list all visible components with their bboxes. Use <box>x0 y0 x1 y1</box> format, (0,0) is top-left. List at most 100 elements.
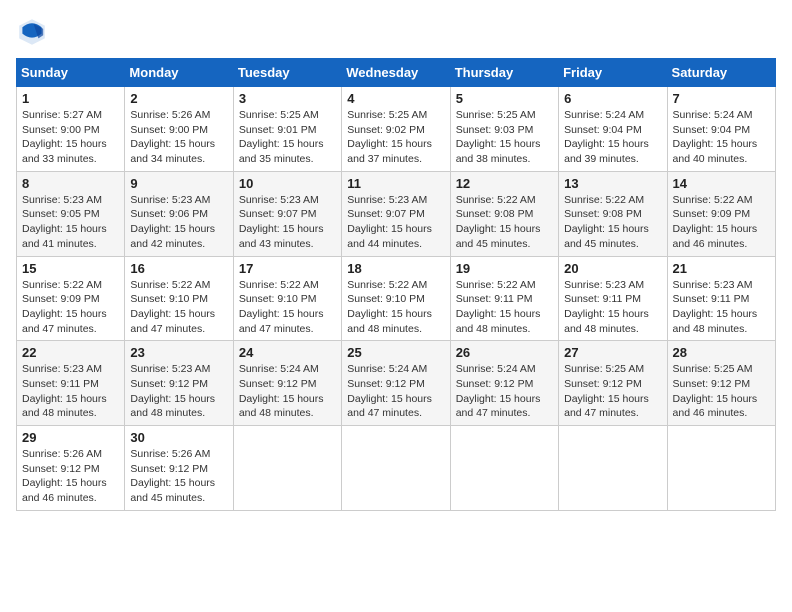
calendar-cell: 30 Sunrise: 5:26 AM Sunset: 9:12 PM Dayl… <box>125 426 233 511</box>
day-info: Sunrise: 5:23 AM Sunset: 9:07 PM Dayligh… <box>347 193 444 252</box>
calendar-week-row: 22 Sunrise: 5:23 AM Sunset: 9:11 PM Dayl… <box>17 341 776 426</box>
calendar-cell: 20 Sunrise: 5:23 AM Sunset: 9:11 PM Dayl… <box>559 256 667 341</box>
calendar-cell: 2 Sunrise: 5:26 AM Sunset: 9:00 PM Dayli… <box>125 87 233 172</box>
day-info: Sunrise: 5:24 AM Sunset: 9:12 PM Dayligh… <box>239 362 336 421</box>
day-number: 23 <box>130 345 227 360</box>
day-number: 3 <box>239 91 336 106</box>
day-info: Sunrise: 5:25 AM Sunset: 9:03 PM Dayligh… <box>456 108 553 167</box>
day-number: 19 <box>456 261 553 276</box>
calendar-cell: 26 Sunrise: 5:24 AM Sunset: 9:12 PM Dayl… <box>450 341 558 426</box>
day-number: 7 <box>673 91 770 106</box>
calendar-cell: 7 Sunrise: 5:24 AM Sunset: 9:04 PM Dayli… <box>667 87 775 172</box>
calendar-week-row: 15 Sunrise: 5:22 AM Sunset: 9:09 PM Dayl… <box>17 256 776 341</box>
day-info: Sunrise: 5:22 AM Sunset: 9:08 PM Dayligh… <box>564 193 661 252</box>
calendar-cell: 9 Sunrise: 5:23 AM Sunset: 9:06 PM Dayli… <box>125 171 233 256</box>
day-number: 2 <box>130 91 227 106</box>
day-number: 24 <box>239 345 336 360</box>
logo-icon <box>16 16 48 48</box>
calendar-cell: 5 Sunrise: 5:25 AM Sunset: 9:03 PM Dayli… <box>450 87 558 172</box>
day-info: Sunrise: 5:23 AM Sunset: 9:11 PM Dayligh… <box>22 362 119 421</box>
calendar-cell: 17 Sunrise: 5:22 AM Sunset: 9:10 PM Dayl… <box>233 256 341 341</box>
calendar-cell: 18 Sunrise: 5:22 AM Sunset: 9:10 PM Dayl… <box>342 256 450 341</box>
day-number: 5 <box>456 91 553 106</box>
day-info: Sunrise: 5:24 AM Sunset: 9:12 PM Dayligh… <box>347 362 444 421</box>
logo <box>16 16 52 48</box>
calendar-cell: 24 Sunrise: 5:24 AM Sunset: 9:12 PM Dayl… <box>233 341 341 426</box>
day-number: 20 <box>564 261 661 276</box>
calendar-cell <box>667 426 775 511</box>
weekday-header-friday: Friday <box>559 59 667 87</box>
day-info: Sunrise: 5:23 AM Sunset: 9:12 PM Dayligh… <box>130 362 227 421</box>
day-info: Sunrise: 5:22 AM Sunset: 9:09 PM Dayligh… <box>22 278 119 337</box>
day-number: 21 <box>673 261 770 276</box>
day-info: Sunrise: 5:25 AM Sunset: 9:01 PM Dayligh… <box>239 108 336 167</box>
day-number: 6 <box>564 91 661 106</box>
day-info: Sunrise: 5:24 AM Sunset: 9:04 PM Dayligh… <box>564 108 661 167</box>
calendar-cell <box>342 426 450 511</box>
day-info: Sunrise: 5:22 AM Sunset: 9:09 PM Dayligh… <box>673 193 770 252</box>
calendar-cell <box>233 426 341 511</box>
day-number: 22 <box>22 345 119 360</box>
calendar-cell: 13 Sunrise: 5:22 AM Sunset: 9:08 PM Dayl… <box>559 171 667 256</box>
weekday-header-saturday: Saturday <box>667 59 775 87</box>
weekday-header-tuesday: Tuesday <box>233 59 341 87</box>
day-info: Sunrise: 5:23 AM Sunset: 9:06 PM Dayligh… <box>130 193 227 252</box>
day-number: 9 <box>130 176 227 191</box>
calendar-week-row: 1 Sunrise: 5:27 AM Sunset: 9:00 PM Dayli… <box>17 87 776 172</box>
day-number: 1 <box>22 91 119 106</box>
calendar-week-row: 8 Sunrise: 5:23 AM Sunset: 9:05 PM Dayli… <box>17 171 776 256</box>
day-info: Sunrise: 5:22 AM Sunset: 9:10 PM Dayligh… <box>130 278 227 337</box>
day-info: Sunrise: 5:23 AM Sunset: 9:11 PM Dayligh… <box>673 278 770 337</box>
day-number: 11 <box>347 176 444 191</box>
weekday-header-thursday: Thursday <box>450 59 558 87</box>
calendar-table: SundayMondayTuesdayWednesdayThursdayFrid… <box>16 58 776 511</box>
day-info: Sunrise: 5:25 AM Sunset: 9:02 PM Dayligh… <box>347 108 444 167</box>
day-number: 27 <box>564 345 661 360</box>
day-info: Sunrise: 5:23 AM Sunset: 9:11 PM Dayligh… <box>564 278 661 337</box>
day-number: 18 <box>347 261 444 276</box>
day-number: 12 <box>456 176 553 191</box>
day-number: 30 <box>130 430 227 445</box>
day-info: Sunrise: 5:24 AM Sunset: 9:12 PM Dayligh… <box>456 362 553 421</box>
day-number: 8 <box>22 176 119 191</box>
day-number: 4 <box>347 91 444 106</box>
day-number: 28 <box>673 345 770 360</box>
calendar-cell: 21 Sunrise: 5:23 AM Sunset: 9:11 PM Dayl… <box>667 256 775 341</box>
day-info: Sunrise: 5:22 AM Sunset: 9:08 PM Dayligh… <box>456 193 553 252</box>
calendar-cell: 10 Sunrise: 5:23 AM Sunset: 9:07 PM Dayl… <box>233 171 341 256</box>
day-number: 15 <box>22 261 119 276</box>
calendar-cell: 25 Sunrise: 5:24 AM Sunset: 9:12 PM Dayl… <box>342 341 450 426</box>
weekday-header-monday: Monday <box>125 59 233 87</box>
calendar-cell: 28 Sunrise: 5:25 AM Sunset: 9:12 PM Dayl… <box>667 341 775 426</box>
calendar-cell: 4 Sunrise: 5:25 AM Sunset: 9:02 PM Dayli… <box>342 87 450 172</box>
weekday-header-row: SundayMondayTuesdayWednesdayThursdayFrid… <box>17 59 776 87</box>
day-info: Sunrise: 5:26 AM Sunset: 9:12 PM Dayligh… <box>130 447 227 506</box>
calendar-cell: 1 Sunrise: 5:27 AM Sunset: 9:00 PM Dayli… <box>17 87 125 172</box>
page-header <box>16 16 776 48</box>
calendar-cell: 3 Sunrise: 5:25 AM Sunset: 9:01 PM Dayli… <box>233 87 341 172</box>
weekday-header-wednesday: Wednesday <box>342 59 450 87</box>
day-info: Sunrise: 5:26 AM Sunset: 9:12 PM Dayligh… <box>22 447 119 506</box>
day-info: Sunrise: 5:23 AM Sunset: 9:07 PM Dayligh… <box>239 193 336 252</box>
day-info: Sunrise: 5:22 AM Sunset: 9:10 PM Dayligh… <box>239 278 336 337</box>
calendar-week-row: 29 Sunrise: 5:26 AM Sunset: 9:12 PM Dayl… <box>17 426 776 511</box>
calendar-cell: 14 Sunrise: 5:22 AM Sunset: 9:09 PM Dayl… <box>667 171 775 256</box>
calendar-cell: 12 Sunrise: 5:22 AM Sunset: 9:08 PM Dayl… <box>450 171 558 256</box>
day-number: 13 <box>564 176 661 191</box>
day-number: 29 <box>22 430 119 445</box>
calendar-cell <box>450 426 558 511</box>
day-info: Sunrise: 5:26 AM Sunset: 9:00 PM Dayligh… <box>130 108 227 167</box>
weekday-header-sunday: Sunday <box>17 59 125 87</box>
calendar-cell: 15 Sunrise: 5:22 AM Sunset: 9:09 PM Dayl… <box>17 256 125 341</box>
day-info: Sunrise: 5:27 AM Sunset: 9:00 PM Dayligh… <box>22 108 119 167</box>
day-info: Sunrise: 5:25 AM Sunset: 9:12 PM Dayligh… <box>564 362 661 421</box>
day-info: Sunrise: 5:24 AM Sunset: 9:04 PM Dayligh… <box>673 108 770 167</box>
day-info: Sunrise: 5:22 AM Sunset: 9:10 PM Dayligh… <box>347 278 444 337</box>
calendar-cell: 27 Sunrise: 5:25 AM Sunset: 9:12 PM Dayl… <box>559 341 667 426</box>
day-info: Sunrise: 5:22 AM Sunset: 9:11 PM Dayligh… <box>456 278 553 337</box>
day-number: 10 <box>239 176 336 191</box>
calendar-cell: 11 Sunrise: 5:23 AM Sunset: 9:07 PM Dayl… <box>342 171 450 256</box>
day-info: Sunrise: 5:25 AM Sunset: 9:12 PM Dayligh… <box>673 362 770 421</box>
calendar-cell: 19 Sunrise: 5:22 AM Sunset: 9:11 PM Dayl… <box>450 256 558 341</box>
day-number: 16 <box>130 261 227 276</box>
